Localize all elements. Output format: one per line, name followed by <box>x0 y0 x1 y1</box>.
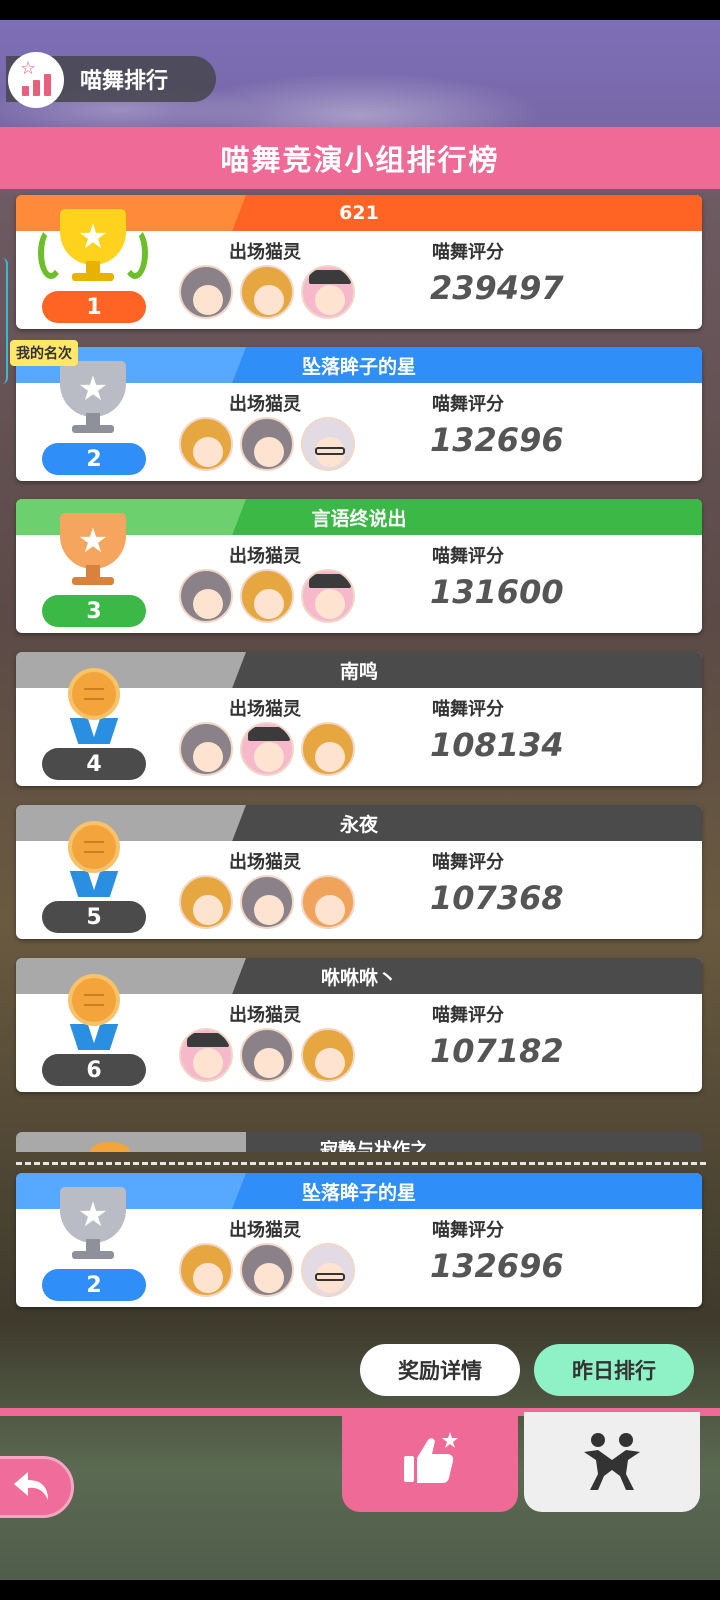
status-bar <box>0 0 720 20</box>
cat-avatars <box>179 265 362 319</box>
group-name: 咻咻咻丶 <box>320 966 397 989</box>
score-label: 喵舞评分 <box>432 699 504 720</box>
cats-label: 出场猫灵 <box>229 699 301 720</box>
cat-avatar[interactable] <box>179 569 233 623</box>
score-value: 239497 <box>430 269 564 307</box>
cat-avatar[interactable] <box>179 417 233 471</box>
score-label: 喵舞评分 <box>432 394 504 415</box>
cat-avatar[interactable] <box>179 875 233 929</box>
medal-icon: 5 <box>38 819 148 937</box>
score-value: 108134 <box>430 726 564 764</box>
cats-label: 出场猫灵 <box>229 242 301 263</box>
yesterday-ranking-button[interactable]: 昨日排行 <box>534 1344 694 1396</box>
my-ranking-card[interactable]: 坠落眸子的星 ★ 2 出场猫灵 喵舞评分 132696 <box>16 1173 702 1307</box>
group-name: 南鸣 <box>339 660 378 683</box>
cat-avatar[interactable] <box>301 569 355 623</box>
score-label: 喵舞评分 <box>432 1005 504 1026</box>
score-label: 喵舞评分 <box>432 242 504 263</box>
score-label: 喵舞评分 <box>432 546 504 567</box>
score-value: 107182 <box>430 1032 564 1070</box>
navigation-bar <box>0 1580 720 1600</box>
ranking-card[interactable]: 言语终说出 ★ 3 出场猫灵 喵舞评分 131600 <box>16 499 702 633</box>
cat-avatars <box>179 417 362 471</box>
cat-avatar[interactable] <box>301 265 355 319</box>
cats-label: 出场猫灵 <box>229 394 301 415</box>
cat-avatar[interactable] <box>240 569 294 623</box>
cat-avatars <box>179 722 362 776</box>
cat-avatar[interactable] <box>240 1028 294 1082</box>
page-title: 喵舞排行 <box>80 69 169 94</box>
cat-avatar[interactable] <box>240 417 294 471</box>
bronze-trophy-icon: ★ 3 <box>38 513 148 631</box>
cat-avatar[interactable] <box>179 722 233 776</box>
gold-trophy-icon: ★ 1 <box>38 209 148 327</box>
group-name: 言语终说出 <box>311 507 407 530</box>
tab-dance[interactable] <box>524 1412 700 1512</box>
cat-avatar[interactable] <box>240 1243 294 1297</box>
score-value: 132696 <box>430 1247 564 1285</box>
cat-avatars <box>179 1243 362 1297</box>
ranking-card[interactable]: 南鸣 4 出场猫灵 喵舞评分 108134 <box>16 652 702 786</box>
ranking-card[interactable]: 咻咻咻丶 6 出场猫灵 喵舞评分 107182 <box>16 958 702 1092</box>
ranking-card[interactable]: 永夜 5 出场猫灵 喵舞评分 107368 <box>16 805 702 939</box>
tab-like[interactable] <box>342 1408 518 1512</box>
ranking-card[interactable]: 坠落眸子的星 ★ 2 出场猫灵 喵舞评分 132696 <box>16 347 702 481</box>
cat-avatars <box>179 569 362 623</box>
cat-avatar[interactable] <box>301 722 355 776</box>
score-value: 131600 <box>430 573 564 611</box>
rank-number: 2 <box>42 1269 146 1301</box>
group-name: 寂静与状作之 <box>320 1140 428 1152</box>
score-label: 喵舞评分 <box>432 1220 504 1241</box>
rank-number: 1 <box>42 291 146 323</box>
cat-avatar[interactable] <box>179 265 233 319</box>
dancing-people-icon <box>584 1433 640 1490</box>
ranking-card[interactable]: 621 ★ 1 出场猫灵 喵舞评分 239497 <box>16 195 702 329</box>
medal-icon: 6 <box>38 972 148 1090</box>
ranking-chart-icon: ☆ <box>8 52 64 108</box>
score-value: 132696 <box>430 421 564 459</box>
reward-details-button[interactable]: 奖励详情 <box>360 1344 520 1396</box>
silver-trophy-icon: ★ 2 <box>38 1187 148 1305</box>
cat-avatar[interactable] <box>240 875 294 929</box>
back-button[interactable] <box>0 1456 74 1518</box>
my-rank-tag: 我的名次 <box>10 340 78 366</box>
cat-avatar[interactable] <box>301 1028 355 1082</box>
cats-label: 出场猫灵 <box>229 546 301 567</box>
thumbs-up-star-icon <box>404 1432 458 1483</box>
leaderboard-title: 喵舞竞演小组排行榜 <box>220 143 500 177</box>
cat-avatar[interactable] <box>301 1243 355 1297</box>
ranking-list[interactable]: 621 ★ 1 出场猫灵 喵舞评分 239497 坠落眸子的星 ★ 2 出场猫灵… <box>0 189 720 1149</box>
rank-number: 6 <box>42 1054 146 1086</box>
medal-icon: 4 <box>38 666 148 784</box>
group-name: 永夜 <box>339 813 378 836</box>
cat-avatar[interactable] <box>301 875 355 929</box>
cats-label: 出场猫灵 <box>229 1220 301 1241</box>
rank-number: 3 <box>42 595 146 627</box>
leaderboard-banner: 喵舞竞演小组排行榜 <box>0 127 720 189</box>
score-value: 107368 <box>430 879 564 917</box>
group-name: 坠落眸子的星 <box>301 1181 416 1204</box>
silver-trophy-icon: ★ 2 <box>38 361 148 479</box>
cat-avatar[interactable] <box>240 265 294 319</box>
cat-avatars <box>179 875 362 929</box>
back-arrow-icon <box>14 1472 48 1500</box>
divider <box>16 1162 706 1165</box>
group-name: 坠落眸子的星 <box>301 355 416 378</box>
cat-avatars <box>179 1028 362 1082</box>
rank-number: 2 <box>42 443 146 475</box>
rank-number: 4 <box>42 748 146 780</box>
rank-number: 5 <box>42 901 146 933</box>
cats-label: 出场猫灵 <box>229 852 301 873</box>
cat-avatar[interactable] <box>301 417 355 471</box>
group-name: 621 <box>339 202 379 224</box>
score-label: 喵舞评分 <box>432 852 504 873</box>
cats-label: 出场猫灵 <box>229 1005 301 1026</box>
cat-avatar[interactable] <box>179 1243 233 1297</box>
cat-avatar[interactable] <box>240 722 294 776</box>
cat-avatar[interactable] <box>179 1028 233 1082</box>
